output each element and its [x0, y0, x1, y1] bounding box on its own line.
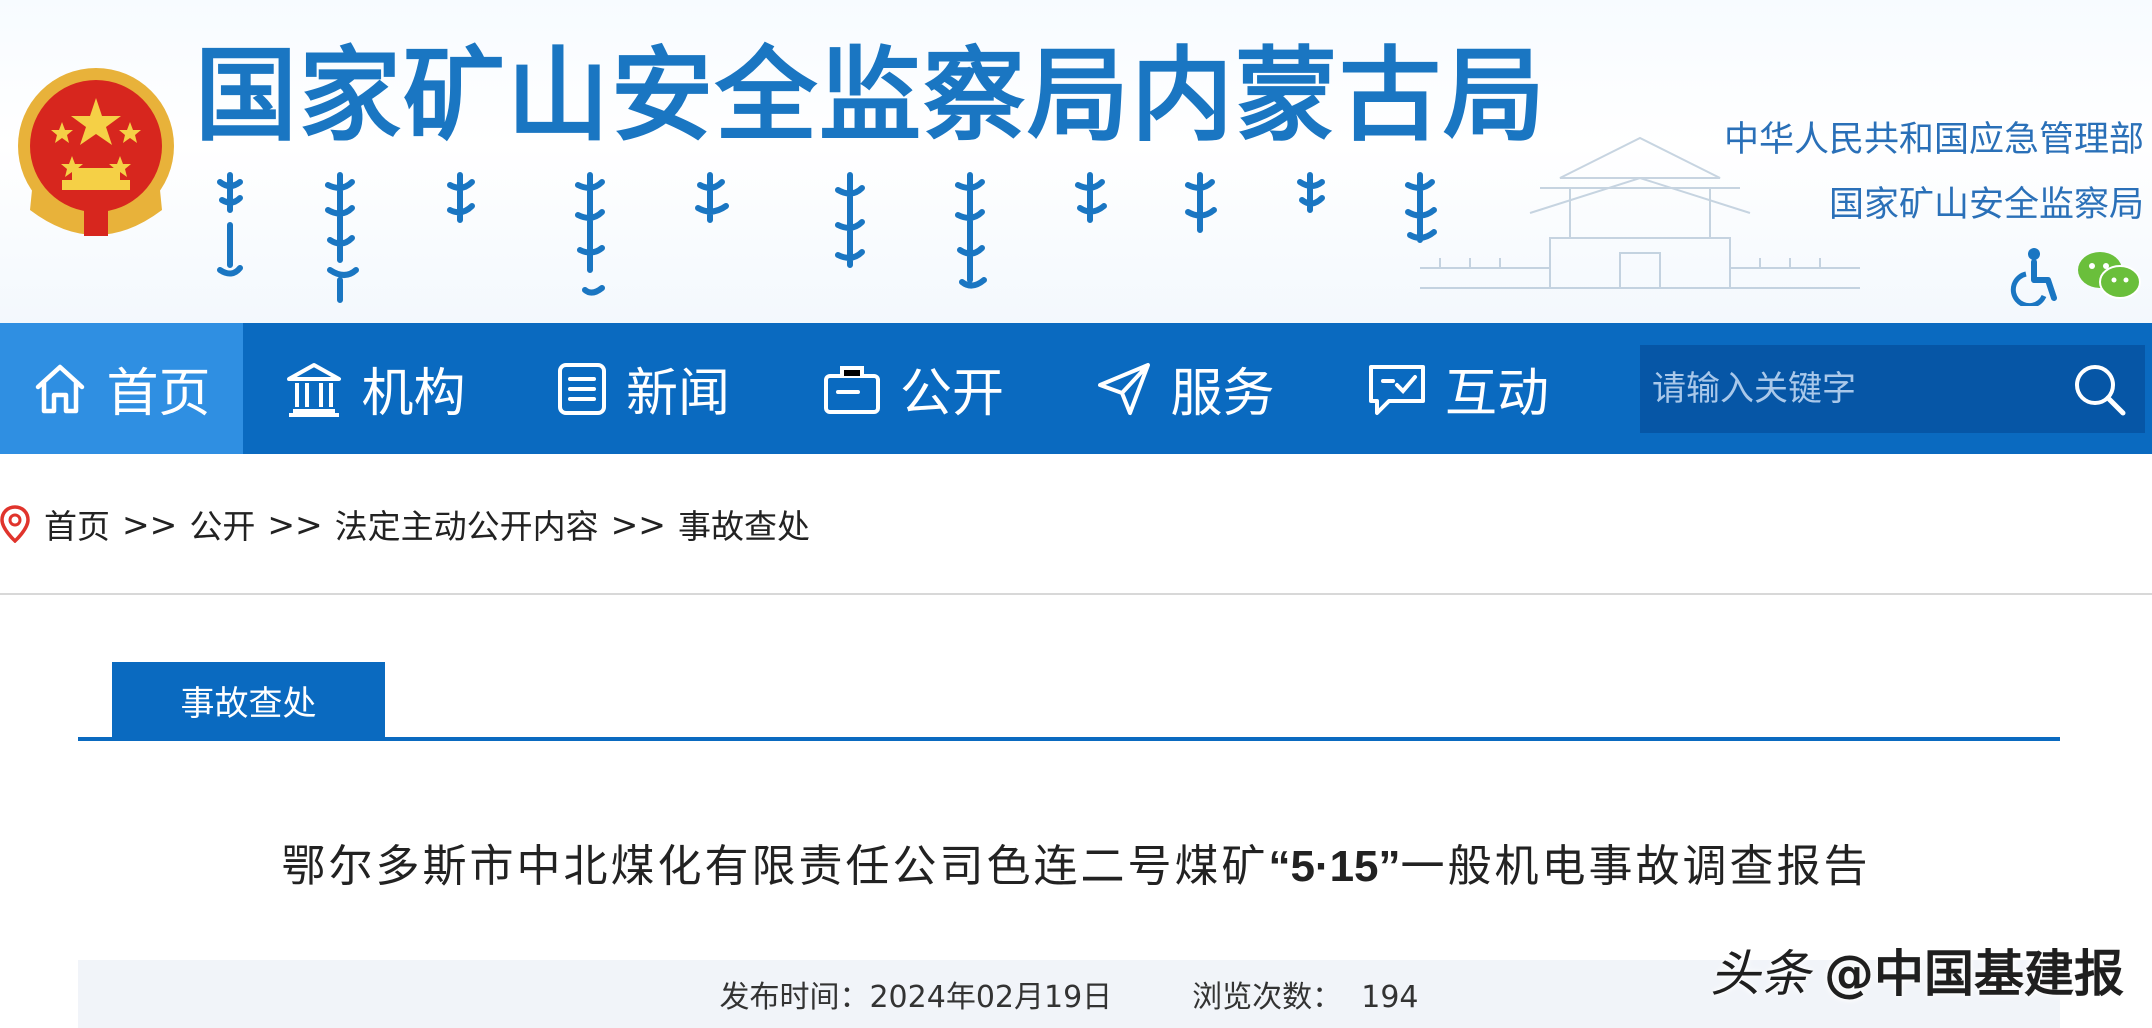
nav-item-institution[interactable]: 机构 — [243, 323, 508, 454]
location-pin-icon — [0, 505, 30, 543]
chat-icon — [1368, 364, 1425, 415]
news-icon — [557, 362, 606, 415]
article-title-part2: “5·15” — [1268, 842, 1401, 891]
nav-item-news[interactable]: 新闻 — [508, 323, 778, 454]
watermark-account: @中国基建报 — [1824, 945, 2124, 1003]
search-box — [1640, 345, 2145, 433]
nav-label-news: 新闻 — [625, 364, 730, 424]
nav-label-home: 首页 — [106, 364, 211, 424]
nav-label-interact: 互动 — [1444, 364, 1549, 424]
send-icon — [1098, 362, 1151, 415]
breadcrumb-statutory[interactable]: 法定主动公开内容 — [335, 500, 599, 548]
search-input[interactable] — [1652, 369, 2052, 409]
breadcrumb: 首页 >> 公开 >> 法定主动公开内容 >> 事故查处 — [0, 500, 810, 548]
tab-underline — [78, 737, 2060, 741]
article-title-part3: 一般机电事故调查报告 — [1400, 841, 1871, 892]
main-nav: 首页 机构 新闻 公开 服务 互动 — [0, 323, 2152, 454]
institution-icon — [287, 362, 342, 417]
mongolian-script-title — [217, 172, 1437, 303]
breadcrumb-divider — [0, 593, 2152, 595]
wechat-icon[interactable] — [2076, 248, 2142, 304]
breadcrumb-separator: >> — [267, 504, 323, 544]
site-title: 国家矿山安全监察局内蒙古局 — [195, 36, 1547, 156]
breadcrumb-separator: >> — [122, 504, 178, 544]
briefcase-icon — [823, 365, 880, 414]
site-header: 国家矿山安全监察局内蒙古局 中华人民共和国应急管理部 国家矿山安全监察局 — [0, 0, 2152, 323]
accessibility-icon[interactable] — [2008, 246, 2060, 306]
breadcrumb-open[interactable]: 公开 — [189, 500, 255, 548]
article-title-part1: 鄂尔多斯市中北煤化有限责任公司色连二号煤矿 — [281, 841, 1269, 892]
view-count: 浏览次数： 194 — [1192, 980, 1419, 1015]
breadcrumb-home[interactable]: 首页 — [44, 500, 110, 548]
header-icons — [2008, 246, 2142, 306]
breadcrumb-accident[interactable]: 事故查处 — [678, 500, 810, 548]
search-button[interactable] — [2071, 361, 2127, 417]
article-title: 鄂尔多斯市中北煤化有限责任公司色连二号煤矿“5·15”一般机电事故调查报告 — [0, 830, 2152, 894]
nav-item-interact[interactable]: 互动 — [1323, 323, 1593, 454]
national-emblem-icon — [18, 68, 174, 236]
org-link-nmsa[interactable]: 国家矿山安全监察局 — [1724, 173, 2144, 238]
home-icon — [36, 364, 85, 413]
org-link-mem[interactable]: 中华人民共和国应急管理部 — [1724, 108, 2144, 173]
nav-item-service[interactable]: 服务 — [1048, 323, 1323, 454]
nav-label-open: 公开 — [899, 364, 1004, 424]
nav-item-open[interactable]: 公开 — [778, 323, 1048, 454]
nav-label-service: 服务 — [1170, 364, 1275, 424]
tab-accident-investigation[interactable]: 事故查处 — [112, 662, 385, 738]
breadcrumb-separator: >> — [610, 504, 666, 544]
org-links: 中华人民共和国应急管理部 国家矿山安全监察局 — [1724, 108, 2144, 238]
watermark: 头条 @中国基建报 — [1710, 934, 2124, 1006]
publish-date: 发布时间：2024年02月19日 — [719, 980, 1113, 1015]
nav-label-institution: 机构 — [361, 364, 466, 424]
watermark-platform: 头条 — [1710, 945, 1810, 1003]
nav-item-home[interactable]: 首页 — [0, 323, 243, 454]
search-icon — [2075, 365, 2126, 416]
